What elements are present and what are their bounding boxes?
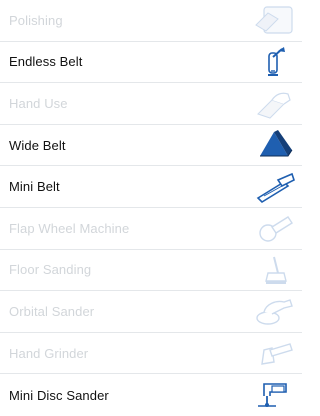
list-item-polishing[interactable]: Polishing <box>0 0 302 42</box>
list-item-endless-belt[interactable]: Endless Belt <box>0 42 302 84</box>
list-item-label: Hand Use <box>9 95 68 111</box>
list-item-label: Endless Belt <box>9 54 83 70</box>
list-item-label: Mini Disc Sander <box>9 387 109 403</box>
floor-sanding-icon <box>254 252 296 288</box>
orbital-sander-icon <box>254 293 296 329</box>
list-item-orbital-sander[interactable]: Orbital Sander <box>0 291 302 333</box>
flap-wheel-machine-icon <box>254 210 296 246</box>
mini-disc-sander-icon <box>254 377 296 413</box>
list-item-label: Flap Wheel Machine <box>9 220 130 236</box>
list-item-flap-wheel-machine[interactable]: Flap Wheel Machine <box>0 208 302 250</box>
mini-belt-icon <box>254 169 296 205</box>
wide-belt-icon <box>254 127 296 163</box>
list-item-mini-disc-sander[interactable]: Mini Disc Sander <box>0 374 302 416</box>
sanding-type-list: Polishing Endless Belt Hand Use Wide Bel… <box>0 0 302 416</box>
list-item-mini-belt[interactable]: Mini Belt <box>0 166 302 208</box>
list-item-label: Wide Belt <box>9 137 66 153</box>
list-item-wide-belt[interactable]: Wide Belt <box>0 125 302 167</box>
list-item-label: Polishing <box>9 12 63 28</box>
list-item-label: Floor Sanding <box>9 262 92 278</box>
list-item-label: Orbital Sander <box>9 303 95 319</box>
hand-grinder-icon <box>254 335 296 371</box>
polishing-icon <box>254 2 296 38</box>
list-item-hand-use[interactable]: Hand Use <box>0 83 302 125</box>
list-item-label: Mini Belt <box>9 179 60 195</box>
list-item-floor-sanding[interactable]: Floor Sanding <box>0 250 302 292</box>
list-item-hand-grinder[interactable]: Hand Grinder <box>0 333 302 375</box>
hand-use-icon <box>254 85 296 121</box>
list-item-label: Hand Grinder <box>9 345 89 361</box>
endless-belt-icon <box>254 44 296 80</box>
